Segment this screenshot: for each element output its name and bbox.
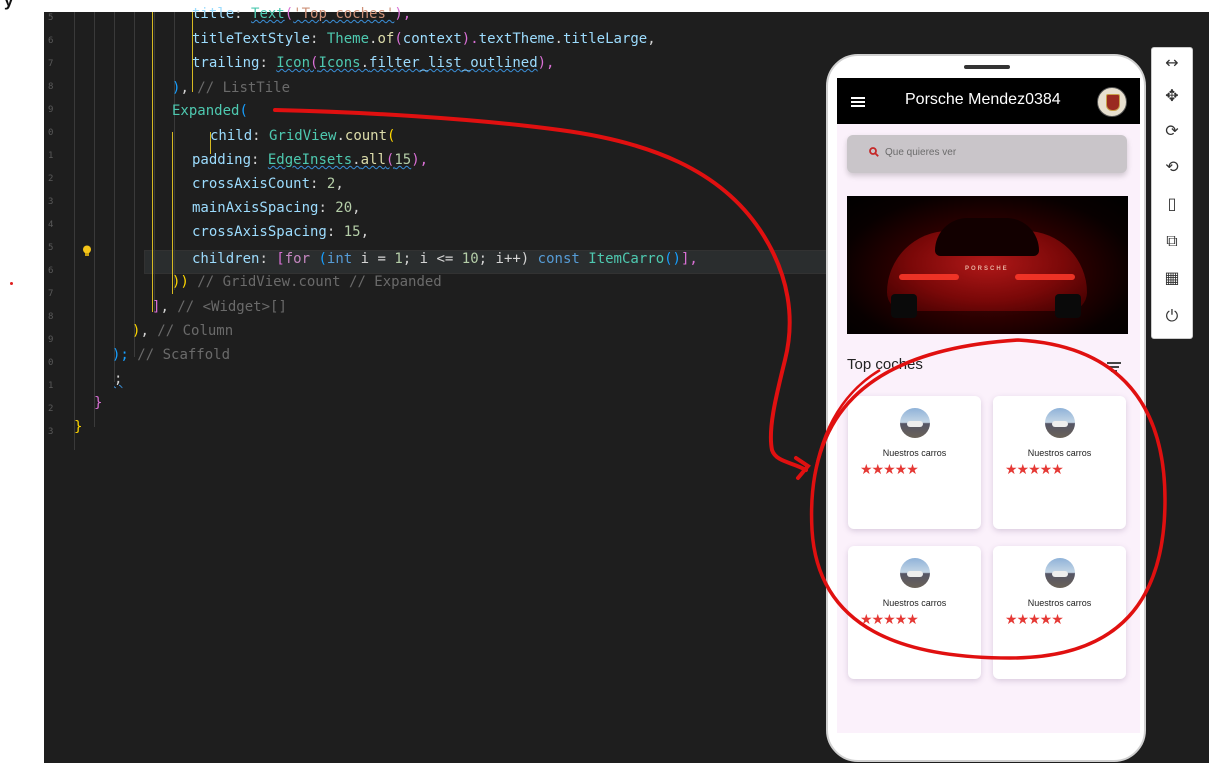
move-icon[interactable]: ✥ xyxy=(1157,83,1187,109)
power-icon[interactable]: ⏻ xyxy=(1157,303,1187,329)
rotate-screen-icon[interactable]: ⟲ xyxy=(1157,154,1187,180)
lightbulb-icon[interactable] xyxy=(82,245,92,257)
code-line: ], // <Widget>[] xyxy=(152,299,287,315)
device-icon[interactable]: ▯ xyxy=(1157,191,1187,217)
code-line: } xyxy=(94,395,103,411)
car-thumbnail xyxy=(900,558,930,588)
stray-red-dot xyxy=(10,282,13,285)
menu-icon[interactable] xyxy=(851,97,865,107)
cropped-header: y xyxy=(0,0,1209,12)
code-line: )) // GridView.count // Expanded xyxy=(172,274,442,290)
search-input[interactable]: Que quieres ver xyxy=(885,147,956,158)
code-line: ), // ListTile xyxy=(172,80,291,96)
code-line: crossAxisSpacing: 15, xyxy=(192,224,370,240)
code-line: titleTextStyle: Theme.of(context).textTh… xyxy=(192,31,656,47)
app-bar: Porsche Mendez0384 xyxy=(837,78,1140,124)
car-card[interactable]: Nuestros carros ★★★★★ xyxy=(993,396,1126,529)
avatar[interactable] xyxy=(1097,87,1127,117)
search-bar[interactable]: Que quieres ver xyxy=(847,135,1127,173)
external-link-icon[interactable]: ⧉ xyxy=(1157,228,1187,254)
filter-list-icon[interactable] xyxy=(1107,362,1121,372)
car-wheel xyxy=(891,294,917,318)
porsche-crest-icon xyxy=(1106,94,1120,111)
indent-guide xyxy=(154,12,155,312)
card-title: Nuestros carros xyxy=(882,448,947,458)
indent-guide-active xyxy=(172,132,173,294)
indent-guide xyxy=(74,12,75,450)
qr-code-icon[interactable]: ▦ xyxy=(1157,265,1187,291)
code-line: ; xyxy=(114,371,123,387)
rotate-icon[interactable]: ⟳ xyxy=(1157,118,1187,144)
indent-guide xyxy=(174,12,175,290)
car-thumbnail xyxy=(900,408,930,438)
code-line: mainAxisSpacing: 20, xyxy=(192,200,361,216)
star-rating: ★★★★★ xyxy=(860,612,919,628)
star-rating: ★★★★★ xyxy=(1005,462,1064,478)
app-title: Porsche Mendez0384 xyxy=(905,91,1061,108)
car-thumbnail xyxy=(1045,558,1075,588)
code-line: title: Text('Top coches'), xyxy=(192,6,412,22)
code-line: trailing: Icon(Icons.filter_list_outline… xyxy=(192,55,555,71)
car-card[interactable]: Nuestros carros ★★★★★ xyxy=(993,546,1126,679)
code-line: children: [for (int i = 1; i <= 10; i++)… xyxy=(192,251,698,267)
code-line: child: GridView.count( xyxy=(210,128,396,144)
car-taillight xyxy=(1015,274,1075,280)
section-title: Top coches xyxy=(847,356,923,373)
card-title: Nuestros carros xyxy=(1027,598,1092,608)
resize-icon[interactable]: ↔ xyxy=(1157,50,1187,76)
indent-guide xyxy=(94,12,95,427)
car-wheel xyxy=(1055,294,1081,318)
device-screen[interactable]: Porsche Mendez0384 Que quieres ver PORSC… xyxy=(837,78,1140,733)
code-line: } xyxy=(74,419,83,435)
cropped-header-text: y xyxy=(4,0,14,10)
car-taillight xyxy=(899,274,959,280)
card-title: Nuestros carros xyxy=(882,598,947,608)
search-icon xyxy=(869,147,879,157)
car-window xyxy=(935,218,1039,256)
code-line: padding: EdgeInsets.all(15), xyxy=(192,152,429,168)
card-title: Nuestros carros xyxy=(1027,448,1092,458)
star-rating: ★★★★★ xyxy=(860,462,919,478)
star-rating: ★★★★★ xyxy=(1005,612,1064,628)
car-thumbnail xyxy=(1045,408,1075,438)
hero-car-image: PORSCHE xyxy=(847,196,1128,334)
code-line: crossAxisCount: 2, xyxy=(192,176,344,192)
indent-guide-active xyxy=(152,12,153,312)
emulator-toolbar: ↔ ✥ ⟳ ⟲ ▯ ⧉ ▦ ⏻ xyxy=(1151,47,1193,339)
indent-guide xyxy=(114,12,115,382)
code-line: ), // Column xyxy=(132,323,234,339)
device-speaker xyxy=(964,65,1010,69)
car-card[interactable]: Nuestros carros ★★★★★ xyxy=(848,396,981,529)
code-line: Expanded( xyxy=(172,103,248,119)
car-card[interactable]: Nuestros carros ★★★★★ xyxy=(848,546,981,679)
car-badge: PORSCHE xyxy=(965,266,1009,272)
code-line: ); // Scaffold xyxy=(112,347,231,363)
indent-guide xyxy=(134,12,135,357)
white-margin xyxy=(0,0,44,763)
